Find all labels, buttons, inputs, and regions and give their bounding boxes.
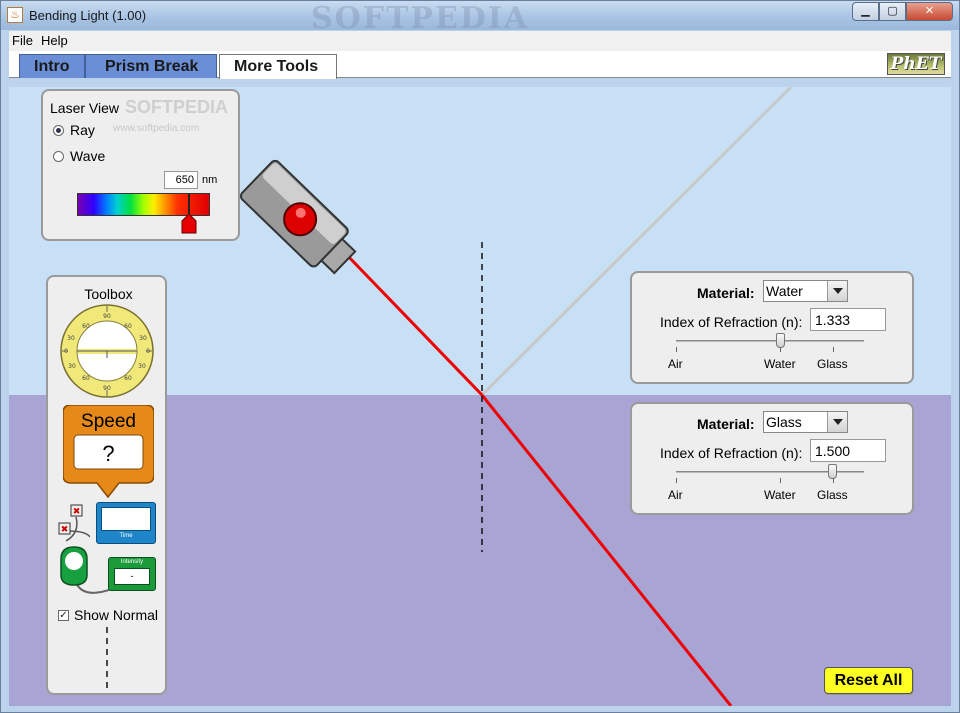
- wavelength-unit: nm: [202, 174, 218, 186]
- protractor-tick: 90: [103, 385, 111, 392]
- tab-intro[interactable]: Intro: [19, 54, 85, 78]
- wavelength-slider-thumb[interactable]: [181, 194, 197, 234]
- incident-beam: [342, 250, 484, 397]
- material-label: Material:: [697, 285, 755, 301]
- show-normal-option[interactable]: ✓ Show Normal: [58, 607, 158, 623]
- time-sensor-tool[interactable]: Time: [96, 502, 156, 544]
- chevron-down-icon[interactable]: [827, 281, 847, 301]
- tab-intro-label: Intro: [34, 58, 70, 75]
- slider-tick: [833, 478, 834, 483]
- ray-radio[interactable]: [53, 124, 64, 136]
- speed-label: Speed: [81, 411, 136, 432]
- tick-label-glass: Glass: [817, 488, 848, 502]
- close-button[interactable]: ✕: [906, 2, 953, 21]
- window-title: Bending Light (1.00): [29, 8, 147, 23]
- intensity-meter-tool[interactable]: Intensity -: [108, 557, 156, 591]
- ray-label: Ray: [70, 122, 95, 138]
- protractor-tick: 60: [124, 375, 132, 382]
- java-app-icon: ♨: [7, 7, 23, 23]
- tab-more-tools-label: More Tools: [234, 58, 319, 75]
- title-bar[interactable]: ♨ Bending Light (1.00) SOFTPEDIA ▁ ▢ ✕: [1, 1, 959, 36]
- upper-material-value: Water: [766, 283, 803, 299]
- material-label: Material:: [697, 416, 755, 432]
- wavelength-input[interactable]: 650: [164, 171, 198, 189]
- wave-sensor-probes-icon[interactable]: ✖ ✖: [56, 503, 90, 547]
- wave-option[interactable]: Wave: [53, 148, 105, 164]
- intensity-meter-probe-icon[interactable]: [56, 545, 112, 601]
- tab-prism-break[interactable]: Prism Break: [85, 54, 217, 78]
- laser-view-title: Laser View: [50, 100, 120, 116]
- protractor-icon[interactable]: 90 60 60 30 30 0 0 30 30 60 60 90: [58, 304, 156, 399]
- panel-watermark-url: www.softpedia.com: [113, 123, 200, 134]
- tick-label-air: Air: [668, 357, 683, 371]
- protractor-tick: 0: [64, 348, 68, 355]
- speed-tool[interactable]: Speed ?: [63, 405, 154, 501]
- slider-tick: [833, 347, 834, 352]
- tick-label-water: Water: [764, 357, 796, 371]
- protractor-tick: 30: [138, 363, 146, 370]
- minimize-button[interactable]: ▁: [852, 2, 879, 21]
- protractor-tick: 30: [67, 335, 75, 342]
- tick-label-air: Air: [668, 488, 683, 502]
- time-label: Time: [119, 533, 133, 539]
- protractor-tick: 60: [82, 323, 90, 330]
- slider-tick: [676, 478, 677, 483]
- slider-tick: [780, 347, 781, 352]
- upper-ior-slider-thumb[interactable]: [776, 333, 785, 348]
- wave-label: Wave: [70, 148, 106, 164]
- laser-view-panel: Laser View SOFTPEDIA www.softpedia.com R…: [41, 89, 240, 241]
- protractor-tick: 30: [139, 335, 147, 342]
- menu-help[interactable]: Help: [41, 33, 68, 48]
- phet-logo[interactable]: PhET: [887, 53, 945, 75]
- panel-watermark: SOFTPEDIA: [125, 97, 229, 117]
- protractor-tick: 90: [103, 313, 111, 320]
- tab-prism-break-label: Prism Break: [105, 58, 199, 75]
- menu-file[interactable]: File: [12, 33, 33, 48]
- maximize-button[interactable]: ▢: [879, 2, 906, 21]
- protractor-tick: 0: [146, 348, 150, 355]
- chevron-down-icon[interactable]: [827, 412, 847, 432]
- tick-label-glass: Glass: [817, 357, 848, 371]
- slider-tick: [676, 347, 677, 352]
- show-normal-checkbox[interactable]: ✓: [58, 609, 69, 621]
- protractor-tick: 60: [124, 323, 132, 330]
- ior-label: Index of Refraction (n):: [660, 314, 803, 330]
- toolbox-panel: Toolbox 90 60 60 30 30 0 0 30 30 60 60 9…: [46, 275, 167, 695]
- reset-all-button[interactable]: Reset All: [824, 667, 913, 694]
- lower-ior-slider-thumb[interactable]: [828, 464, 837, 479]
- ray-option[interactable]: Ray: [53, 122, 95, 138]
- upper-material-panel: Material: Water Index of Refraction (n):…: [630, 271, 914, 384]
- simulation-canvas[interactable]: Laser View SOFTPEDIA www.softpedia.com R…: [9, 87, 951, 706]
- slider-tick: [780, 478, 781, 483]
- upper-material-select[interactable]: Water: [763, 280, 848, 302]
- svg-text:✖: ✖: [73, 507, 81, 517]
- show-normal-label: Show Normal: [74, 607, 159, 623]
- lower-material-select[interactable]: Glass: [763, 411, 848, 433]
- menu-bar: File Help: [9, 31, 951, 51]
- tab-bar: Intro Prism Break More Tools PhET: [9, 51, 951, 79]
- protractor-tick: 60: [82, 375, 90, 382]
- tick-label-water: Water: [764, 488, 796, 502]
- app-window: ♨ Bending Light (1.00) SOFTPEDIA ▁ ▢ ✕ F…: [0, 0, 960, 713]
- ior-label: Index of Refraction (n):: [660, 445, 803, 461]
- wave-radio[interactable]: [53, 150, 64, 162]
- laser-pointer[interactable]: [239, 159, 363, 281]
- lower-material-value: Glass: [766, 414, 802, 430]
- protractor-tick: 30: [68, 363, 76, 370]
- intensity-label: Intensity: [120, 559, 144, 565]
- upper-ior-input[interactable]: 1.333: [810, 308, 886, 331]
- lower-material-panel: Material: Glass Index of Refraction (n):…: [630, 402, 914, 515]
- speed-value: ?: [102, 441, 115, 466]
- svg-text:✖: ✖: [61, 525, 69, 535]
- toolbox-title: Toolbox: [84, 286, 133, 302]
- lower-ior-input[interactable]: 1.500: [810, 439, 886, 462]
- upper-ior-slider[interactable]: [676, 340, 864, 342]
- intensity-value: -: [114, 568, 150, 585]
- tab-more-tools[interactable]: More Tools: [219, 54, 337, 79]
- normal-line-tool[interactable]: [104, 627, 110, 689]
